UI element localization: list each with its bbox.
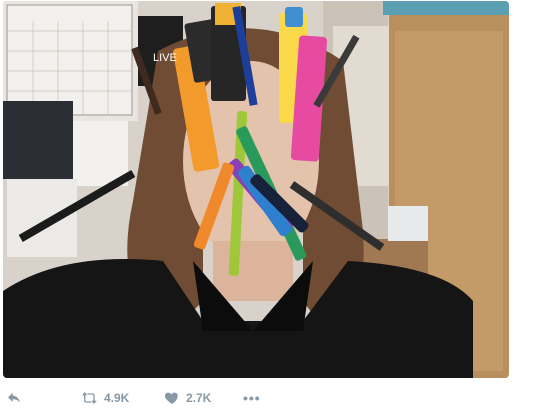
retweet-icon: [82, 392, 97, 404]
more-button[interactable]: •••: [243, 390, 261, 406]
retweet-count: 4.9K: [104, 391, 130, 405]
heart-icon: [164, 392, 178, 404]
like-button[interactable]: 2.7K: [164, 390, 211, 406]
reply-icon: [8, 392, 20, 403]
tweet-card: LIVE 4.9K 2.7K •••: [0, 0, 545, 418]
more-icon: •••: [243, 390, 261, 406]
tweet-actions: 4.9K 2.7K •••: [0, 386, 545, 414]
like-count: 2.7K: [186, 391, 212, 405]
photo-illustration: LIVE: [3, 1, 509, 378]
sticky-note-text: LIVE: [153, 52, 177, 64]
reply-button[interactable]: [6, 390, 28, 406]
retweet-button[interactable]: 4.9K: [82, 390, 129, 406]
tweet-photo[interactable]: LIVE: [3, 1, 509, 378]
